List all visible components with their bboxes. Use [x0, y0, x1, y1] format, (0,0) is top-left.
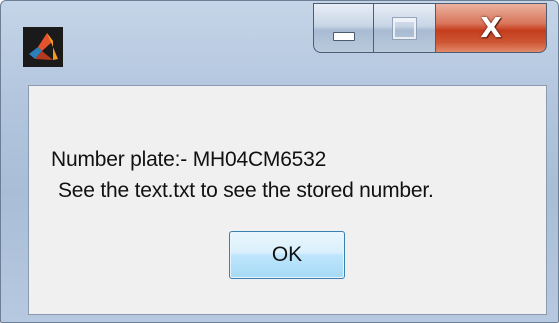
message-stored-number-hint: See the text.txt to see the stored numbe… [58, 179, 434, 202]
minimize-button[interactable] [313, 3, 374, 53]
minimize-icon [332, 31, 355, 41]
close-icon: X [480, 11, 502, 44]
dialog-body: Number plate:- MH04CM6532 See the text.t… [28, 85, 547, 315]
matlab-logo-icon [23, 27, 63, 67]
message-number-plate: Number plate:- MH04CM6532 [51, 148, 327, 171]
maximize-icon [392, 16, 417, 40]
maximize-button[interactable] [373, 3, 436, 53]
ok-button[interactable]: OK [229, 231, 345, 279]
message-dialog-window: X Number plate:- MH04CM6532 See the text… [0, 0, 559, 323]
title-bar[interactable]: X [1, 1, 558, 79]
close-button[interactable]: X [435, 3, 547, 53]
